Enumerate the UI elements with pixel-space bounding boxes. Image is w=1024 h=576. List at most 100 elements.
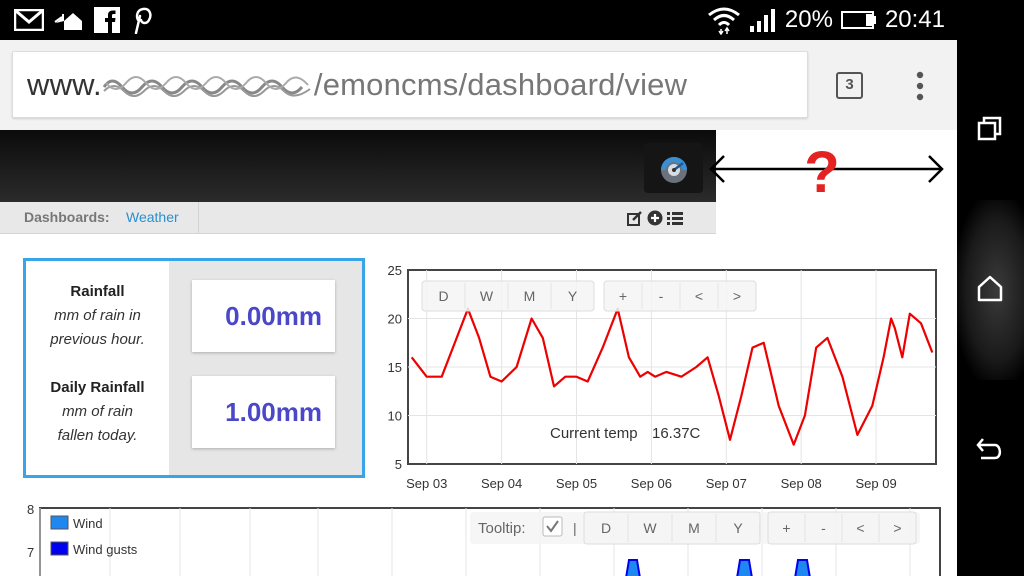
- tooltip-checkbox[interactable]: [542, 516, 563, 537]
- button-label: >: [893, 520, 901, 536]
- temperature-chart: 5 10 15 20 25 Sep 03 Sep 04 Sep 05 Sep 06 Sep 07…: [388, 263, 937, 491]
- wind-zoom-button-+[interactable]: +: [782, 520, 790, 536]
- button-label: Y: [568, 288, 578, 304]
- home-icon: [977, 275, 1003, 302]
- rainfall-hour-title: Rainfall: [70, 283, 125, 300]
- button-label: <: [856, 520, 864, 536]
- wind-range-button-D[interactable]: D: [601, 520, 611, 536]
- button-label: -: [821, 520, 826, 536]
- y-tick-label: 10: [388, 409, 402, 424]
- edit-icon[interactable]: [627, 210, 643, 226]
- add-icon[interactable]: [647, 210, 663, 226]
- button-label: D: [438, 288, 448, 304]
- button-label: <: [695, 288, 703, 304]
- rainfall-day-desc-line1: mm of rain: [62, 403, 133, 420]
- x-tick-label: Sep 07: [706, 476, 747, 491]
- url-text: www. /emoncms/dashboard/view: [27, 67, 687, 103]
- legend-label-gusts: Wind gusts: [73, 542, 138, 557]
- range-button-D[interactable]: D: [438, 288, 448, 304]
- current-temp-value: 16.37C: [652, 425, 701, 442]
- rainfall-hour-desc-line1: mm of rain in: [54, 307, 141, 324]
- annotation-question-mark: ?: [804, 142, 839, 200]
- y-tick-label: 15: [388, 360, 402, 375]
- emoncms-top-navbar: [0, 130, 716, 202]
- overflow-menu-icon[interactable]: [908, 70, 932, 102]
- x-tick-label: Sep 06: [631, 476, 672, 491]
- recent-apps-button[interactable]: [972, 110, 1008, 146]
- dashboard-tab-weather[interactable]: Weather: [115, 202, 199, 233]
- home-button[interactable]: [972, 270, 1008, 306]
- rainfall-day-value: 1.00mm: [192, 376, 335, 448]
- back-button[interactable]: [972, 430, 1008, 466]
- gmail-icon: [14, 9, 44, 31]
- dashboard-link[interactable]: Weather: [126, 209, 179, 225]
- status-bar: 20% 20:41: [0, 0, 957, 40]
- zoom-button-+[interactable]: +: [619, 288, 627, 304]
- web-page: ? Dashboards: Weather Rainfall mm of rai…: [0, 130, 957, 576]
- recent-apps-icon: [977, 116, 1002, 141]
- rainfall-widget: Rainfall mm of rain in previous hour. 0.…: [23, 258, 365, 478]
- wind-y-tick: 7: [27, 545, 34, 560]
- y-tick-label: 5: [395, 457, 402, 472]
- x-tick-label: Sep 04: [481, 476, 522, 491]
- button-label: +: [619, 288, 627, 304]
- signal-icon: [749, 9, 775, 32]
- x-tick-label: Sep 05: [556, 476, 597, 491]
- wind-gust-bar: [794, 559, 811, 576]
- rainfall-day-title: Daily Rainfall: [50, 379, 145, 396]
- button-label: -: [659, 288, 664, 304]
- url-path: /emoncms/dashboard/view: [313, 67, 688, 102]
- y-axis-ticks: 5 10 15 20 25: [388, 263, 402, 472]
- dashboard-tools: [627, 210, 683, 226]
- url-prefix: www.: [27, 67, 102, 102]
- dashboards-label: Dashboards:: [24, 209, 110, 225]
- toolbar-separator: |: [573, 520, 577, 536]
- android-nav-bar: [957, 0, 1024, 576]
- y-tick-label: 25: [388, 263, 402, 278]
- rainfall-hour-label: Rainfall mm of rain in previous hour.: [26, 280, 169, 352]
- rainfall-hour-desc-line2: previous hour.: [50, 331, 145, 348]
- legend-label-wind: Wind: [73, 516, 103, 531]
- facebook-icon: [94, 7, 120, 33]
- y-tick-label: 20: [388, 312, 402, 327]
- battery-icon: [840, 11, 876, 29]
- button-label: M: [524, 288, 536, 304]
- tab-switcher-button[interactable]: 3: [836, 72, 863, 99]
- button-label: D: [601, 520, 611, 536]
- legend-swatch-gusts: [50, 541, 69, 556]
- button-label: W: [643, 520, 657, 536]
- clock: 20:41: [884, 6, 945, 33]
- button-label: Y: [733, 520, 743, 536]
- rainfall-day-desc-line2: fallen today.: [57, 427, 138, 444]
- button-label: M: [688, 520, 700, 536]
- button-label: >: [733, 288, 741, 304]
- wind-gust-bar: [736, 559, 753, 576]
- tooltip-label: Tooltip:: [478, 520, 526, 537]
- home-share-icon: [54, 13, 82, 30]
- address-bar[interactable]: www. /emoncms/dashboard/view: [12, 51, 808, 118]
- button-label: +: [782, 520, 790, 536]
- current-temp-label: Current temp: [550, 425, 638, 442]
- battery-percent: 20%: [784, 6, 833, 33]
- x-tick-label: Sep 09: [855, 476, 896, 491]
- browser-toolbar: www. /emoncms/dashboard/view 3: [0, 40, 957, 130]
- annotation-overlay: ?: [709, 142, 944, 200]
- button-label: W: [480, 288, 494, 304]
- checkbox-box: [542, 516, 563, 537]
- gauge-icon: [660, 157, 687, 183]
- list-icon[interactable]: [667, 211, 683, 225]
- x-tick-label: Sep 03: [406, 476, 447, 491]
- dashboard-gauge-button[interactable]: [644, 143, 703, 193]
- wind-chart-toolbar: Tooltip:||DWMY+-<>: [470, 511, 920, 545]
- screen: 20% 20:41 www. /emoncms/dashboard/view 3: [0, 0, 1024, 576]
- x-axis-ticks: Sep 03 Sep 04 Sep 05 Sep 06 Sep 07 Sep 08 Sep …: [406, 476, 897, 491]
- back-icon: [976, 438, 1002, 460]
- wind-chart: 8 7 Wind Wind gusts Tooltip:||DWMY+-<>: [27, 502, 941, 576]
- redacted-domain: [102, 75, 311, 97]
- legend-swatch-wind: [50, 515, 69, 530]
- pinterest-icon: [134, 7, 152, 34]
- wind-y-tick: 8: [27, 502, 34, 517]
- chart-range-buttons: D W M Y + - < >: [421, 280, 757, 312]
- rainfall-hour-value: 0.00mm: [192, 280, 335, 352]
- wifi-icon: [707, 7, 740, 35]
